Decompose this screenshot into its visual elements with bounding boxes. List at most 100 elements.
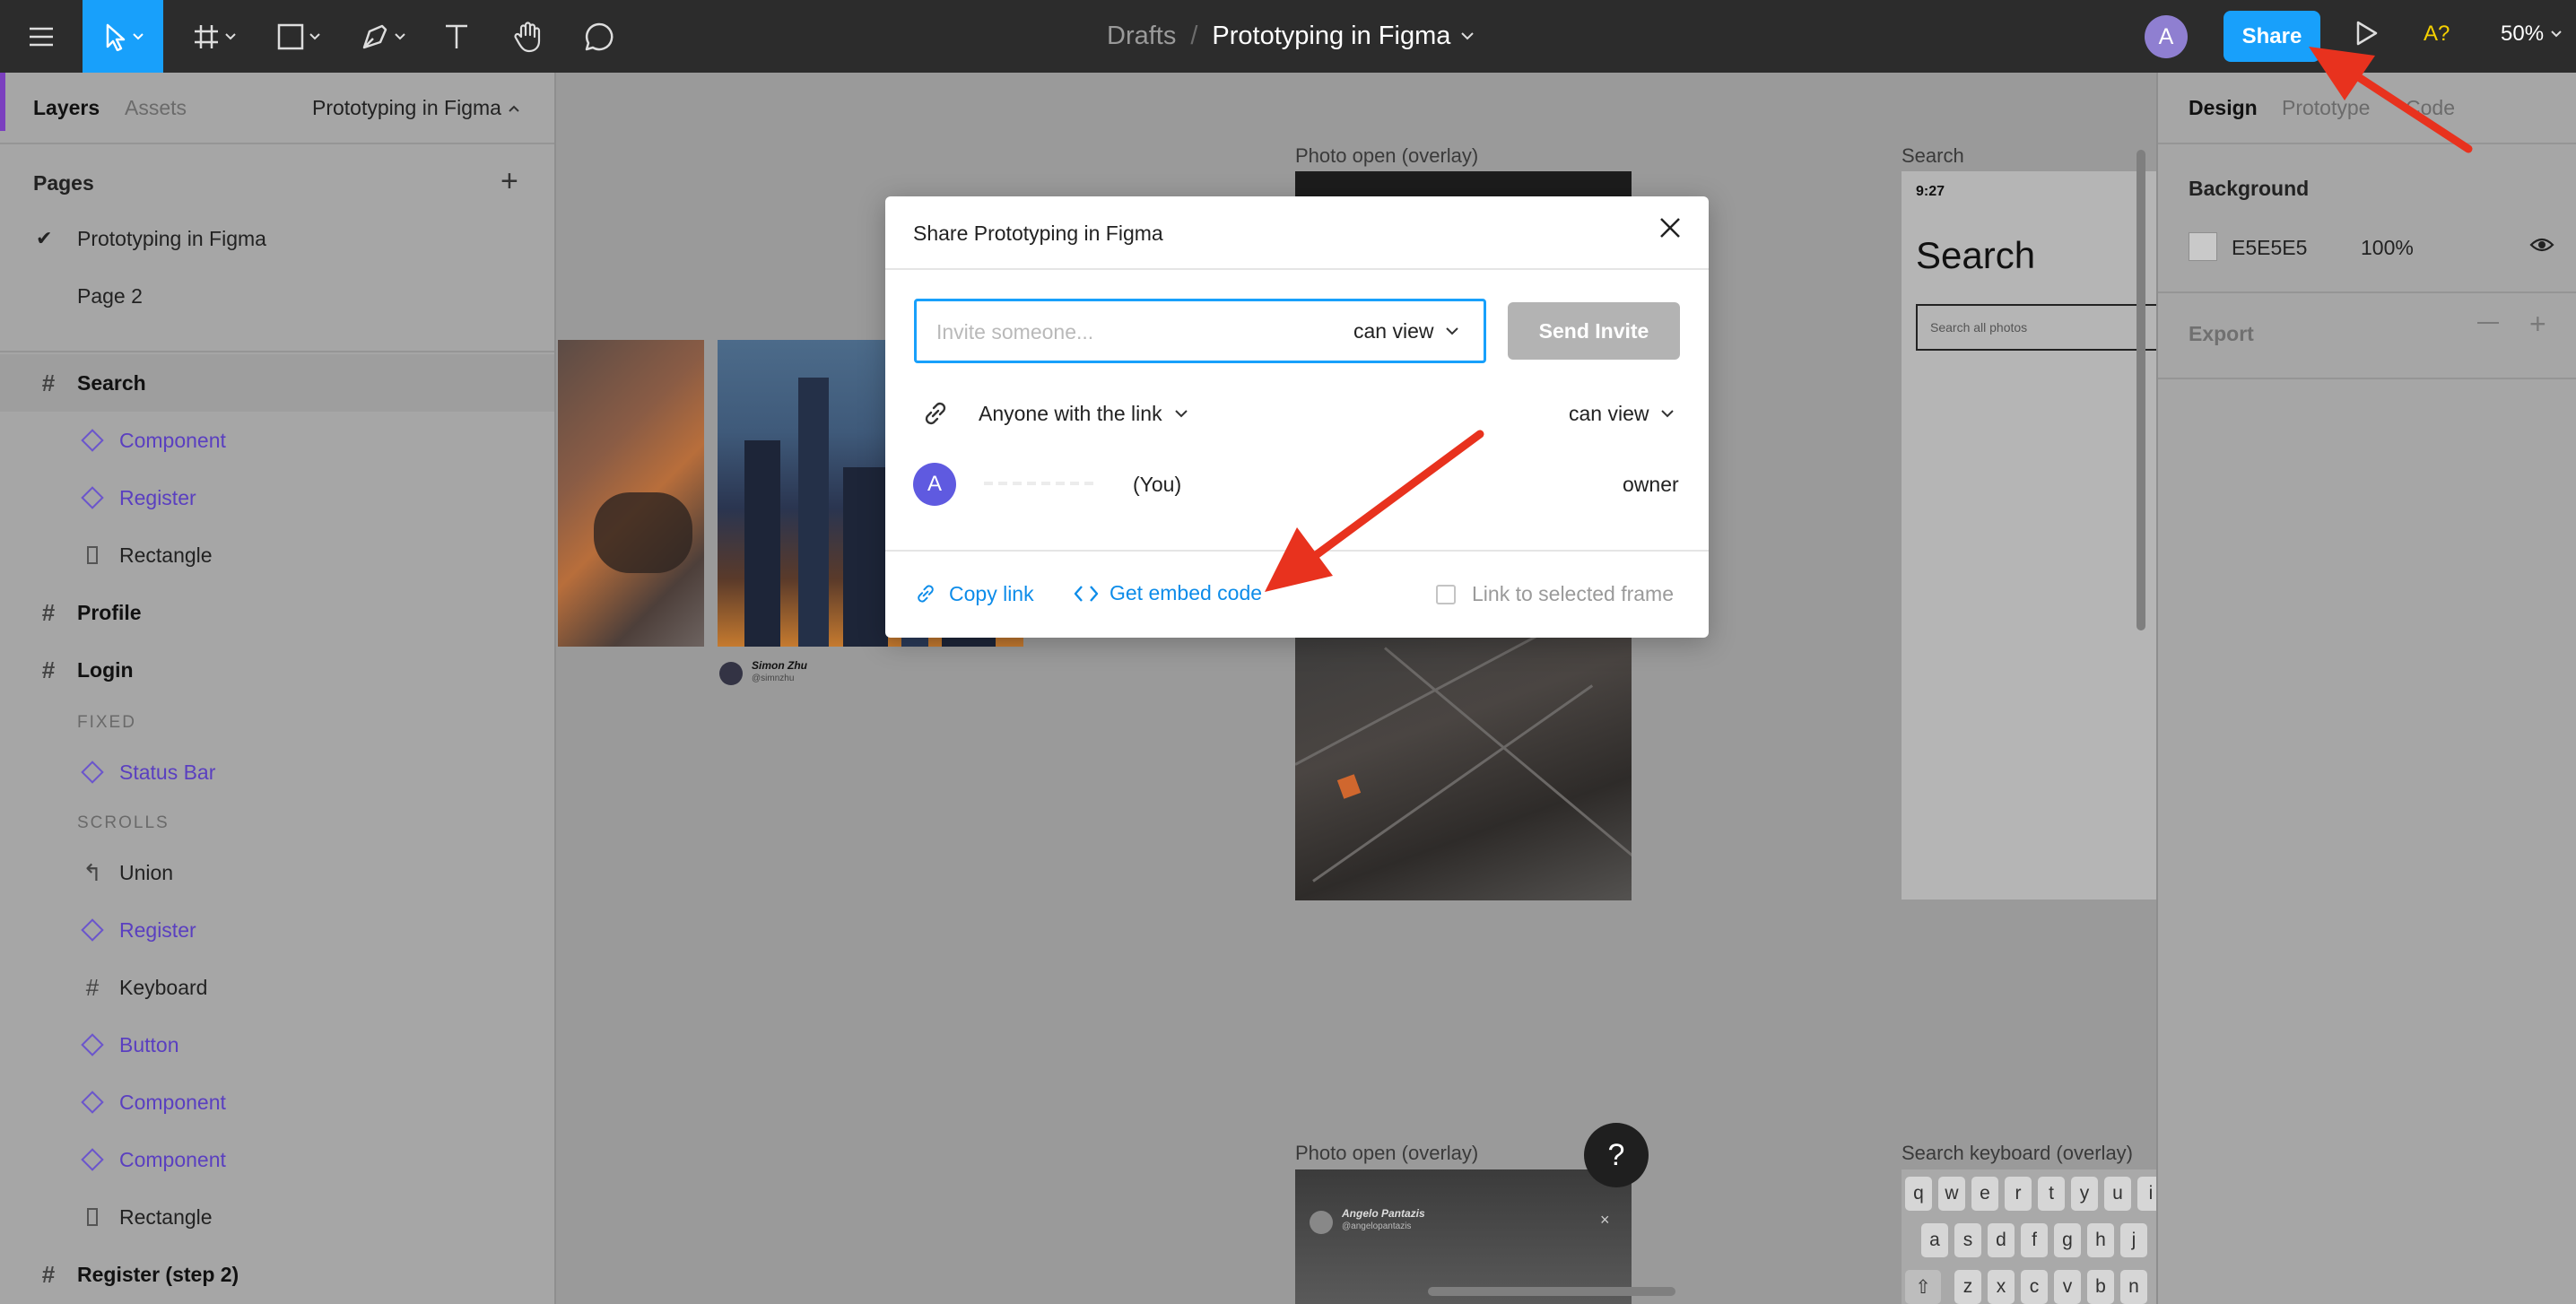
present-button[interactable] xyxy=(2355,20,2379,51)
frame-label-search[interactable]: Search xyxy=(1902,144,1964,168)
file-name[interactable]: Prototyping in Figma xyxy=(1212,22,1450,51)
horizontal-scrollbar[interactable] xyxy=(1428,1287,1675,1296)
chevron-down-icon xyxy=(133,32,144,39)
right-panel-tabs: Design Prototype Code xyxy=(2158,73,2576,144)
user-avatar[interactable]: A xyxy=(2145,15,2188,58)
keyboard-frame[interactable]: q w e r t y u i a s d f g h j ⇧ z x c v … xyxy=(1902,1169,2156,1304)
layer-status-bar[interactable]: Status Bar xyxy=(0,743,554,801)
properties-panel: Design Prototype Code Background E5E5E5 … xyxy=(2156,73,2576,1304)
layer-component[interactable]: Component xyxy=(0,412,554,469)
layer-profile[interactable]: # Profile xyxy=(0,584,554,641)
street-photo[interactable] xyxy=(558,340,704,647)
layer-keyboard[interactable]: # Keyboard xyxy=(0,959,554,1016)
union-icon: ↰ xyxy=(83,858,102,886)
photo-credit-name: Simon Zhu xyxy=(752,659,807,672)
frame-label-search-keyboard[interactable]: Search keyboard (overlay) xyxy=(1902,1142,2133,1165)
tab-layers[interactable]: Layers xyxy=(33,96,100,120)
component-icon xyxy=(80,1032,105,1057)
checkbox[interactable] xyxy=(1436,584,1456,604)
photo-open-image[interactable] xyxy=(1295,611,1632,900)
frame-label-photo-open-2[interactable]: Photo open (overlay) xyxy=(1295,1142,1478,1165)
avatar xyxy=(1310,1211,1333,1234)
breadcrumb: Drafts / Prototyping in Figma xyxy=(1107,0,1475,73)
frame-tool-button[interactable] xyxy=(183,0,246,73)
layer-label: Component xyxy=(119,428,226,452)
layer-rectangle[interactable]: Rectangle xyxy=(0,526,554,584)
invite-permission-dropdown[interactable]: can view xyxy=(1353,319,1459,343)
get-embed-code-button[interactable]: Get embed code xyxy=(1074,581,1262,605)
tab-prototype[interactable]: Prototype xyxy=(2282,96,2370,120)
invite-input[interactable] xyxy=(936,317,1313,346)
link-to-selected-frame[interactable]: Link to selected frame xyxy=(1436,582,1674,606)
hand-tool-button[interactable] xyxy=(508,0,551,73)
link-icon xyxy=(919,397,952,434)
component-icon xyxy=(80,917,105,943)
keyboard-key: i xyxy=(2137,1177,2156,1211)
page-item-prototyping[interactable]: Prototyping in Figma xyxy=(77,227,266,251)
background-hex-input[interactable]: E5E5E5 xyxy=(2232,236,2307,260)
frame-icon: # xyxy=(41,656,56,683)
layer-label: Login xyxy=(77,657,134,682)
frame-label-photo-open[interactable]: Photo open (overlay) xyxy=(1295,144,1478,168)
component-icon xyxy=(80,1090,105,1115)
chevron-down-icon[interactable] xyxy=(1461,32,1475,40)
zoom-dropdown[interactable]: 50% xyxy=(2501,22,2562,47)
eye-icon xyxy=(2529,238,2554,252)
page-item-page-2[interactable]: Page 2 xyxy=(77,284,143,309)
add-export-button[interactable]: + xyxy=(2529,309,2546,338)
tab-code[interactable]: Code xyxy=(2406,96,2455,120)
layer-rectangle[interactable]: Rectangle xyxy=(0,1188,554,1246)
search-frame[interactable]: 9:27 Search Search all photos xyxy=(1902,171,2156,900)
keyboard-key: q xyxy=(1905,1177,1932,1211)
link-access-dropdown[interactable]: Anyone with the link xyxy=(979,402,1188,426)
layer-component[interactable]: Component xyxy=(0,1131,554,1188)
share-button[interactable]: Share xyxy=(2224,11,2320,62)
link-permission-dropdown[interactable]: can view xyxy=(1569,402,1675,426)
help-button[interactable]: ? xyxy=(1584,1123,1649,1187)
chevron-down-icon xyxy=(1174,410,1188,418)
chevron-down-icon xyxy=(395,32,405,39)
tab-assets[interactable]: Assets xyxy=(125,96,187,120)
breadcrumb-drafts[interactable]: Drafts xyxy=(1107,22,1176,51)
layer-label: Rectangle xyxy=(119,1204,213,1229)
vertical-scrollbar[interactable] xyxy=(2137,150,2145,630)
left-panel-tabs: Layers Assets Prototyping in Figma xyxy=(0,73,554,144)
frame-icon: # xyxy=(41,1260,56,1288)
text-tool-button[interactable] xyxy=(436,0,477,73)
move-tool-button[interactable] xyxy=(83,0,163,73)
pen-tool-button[interactable] xyxy=(352,0,414,73)
invite-permission-label: can view xyxy=(1353,319,1434,343)
layer-union[interactable]: ↰ Union xyxy=(0,844,554,901)
divider xyxy=(0,351,554,352)
tab-design[interactable]: Design xyxy=(2189,96,2258,120)
layer-button[interactable]: Button xyxy=(0,1016,554,1074)
keyboard-key: n xyxy=(2120,1270,2147,1304)
layer-register-step-2[interactable]: # Register (step 2) xyxy=(0,1246,554,1303)
send-invite-button[interactable]: Send Invite xyxy=(1508,302,1680,360)
remove-export-button[interactable] xyxy=(2477,322,2499,324)
keyboard-key: d xyxy=(1988,1223,2015,1257)
layer-component[interactable]: Component xyxy=(0,1074,554,1131)
avatar xyxy=(719,662,743,685)
layer-login[interactable]: # Login xyxy=(0,641,554,699)
comment-tool-button[interactable] xyxy=(578,0,621,73)
page-selector[interactable]: Prototyping in Figma xyxy=(312,96,519,120)
close-button[interactable] xyxy=(1658,216,1682,244)
accessibility-button[interactable]: A? xyxy=(2424,22,2450,47)
layer-search[interactable]: # Search xyxy=(0,354,554,412)
layer-register[interactable]: Register xyxy=(0,469,554,526)
copy-link-button[interactable]: Copy link xyxy=(913,581,1034,606)
background-opacity-input[interactable]: 100% xyxy=(2361,236,2414,260)
background-color-swatch[interactable] xyxy=(2189,232,2217,261)
photo-open-frame-2[interactable]: Angelo Pantazis @angelopantazis × xyxy=(1295,1169,1632,1304)
chevron-down-icon xyxy=(1446,327,1459,335)
add-page-button[interactable]: + xyxy=(500,166,518,196)
visibility-toggle[interactable] xyxy=(2529,236,2554,258)
present-icon xyxy=(2356,21,2378,46)
main-menu-button[interactable] xyxy=(0,0,83,73)
export-heading: Export xyxy=(2189,322,2254,345)
layer-register[interactable]: Register xyxy=(0,901,554,959)
shape-tool-button[interactable] xyxy=(267,0,330,73)
keyboard-key: h xyxy=(2087,1223,2114,1257)
main-menu-icon xyxy=(30,27,53,46)
